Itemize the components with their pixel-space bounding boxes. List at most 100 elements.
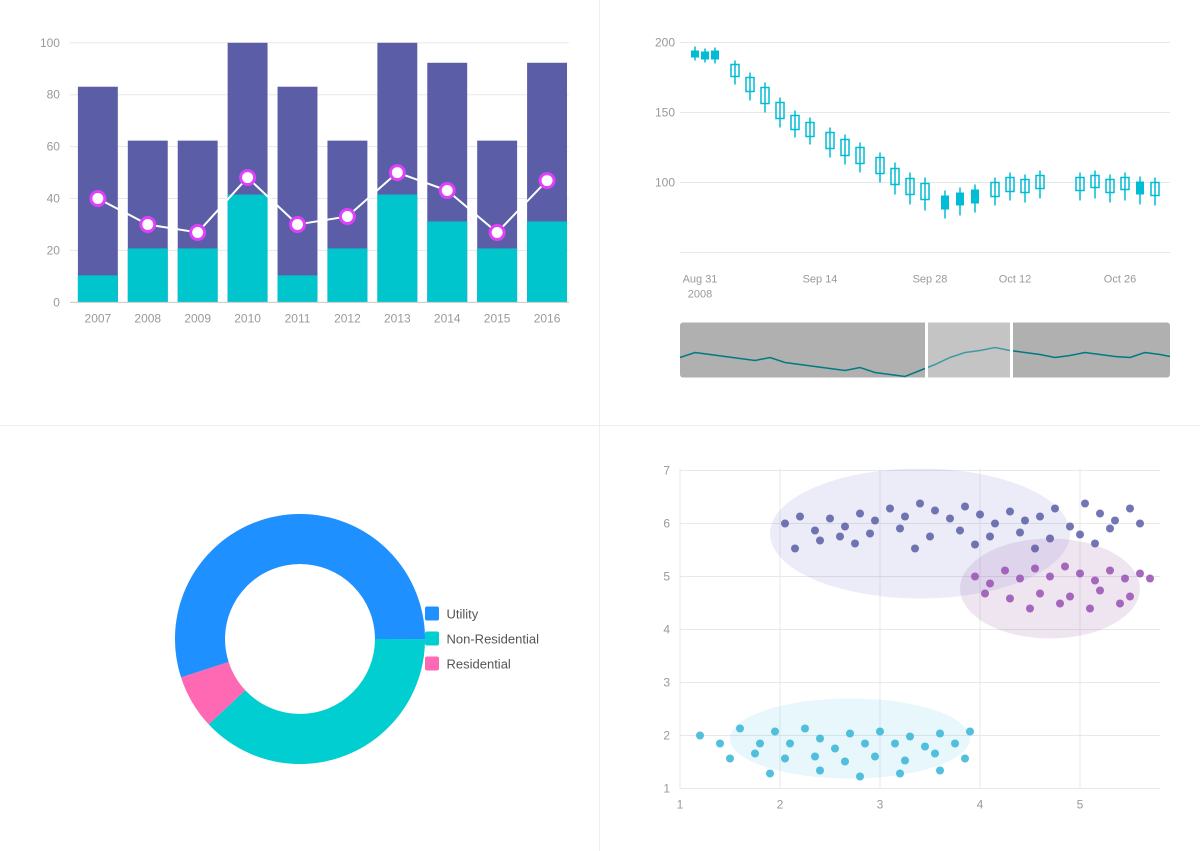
dot-cluster2 xyxy=(1091,577,1099,585)
bar-line-chart: 0 20 40 60 80 100 xyxy=(0,0,600,426)
y-label-6: 6 xyxy=(663,517,670,531)
dot-2011 xyxy=(291,217,305,231)
cluster2-ellipse xyxy=(960,539,1140,639)
dot-cluster1 xyxy=(976,511,984,519)
x-label-sep14: Sep 14 xyxy=(803,274,838,286)
dot-cluster1 xyxy=(836,533,844,541)
dot-cluster1 xyxy=(816,537,824,545)
dot-cluster1 xyxy=(1096,510,1104,518)
dot-cluster3 xyxy=(966,728,974,736)
dot-cluster3 xyxy=(786,740,794,748)
bar-2009-cyan xyxy=(178,248,218,302)
dot-cluster3 xyxy=(801,725,809,733)
bar-2012-cyan xyxy=(327,248,367,302)
dot-cluster3 xyxy=(921,743,929,751)
dot-cluster1 xyxy=(1136,520,1144,528)
candlestick-chart: 200 150 100 xyxy=(600,0,1200,426)
dot-cluster1 xyxy=(971,541,979,549)
dot-cluster3 xyxy=(726,755,734,763)
dot-cluster1 xyxy=(1126,505,1134,513)
dot-cluster2 xyxy=(1116,600,1124,608)
dot-cluster2 xyxy=(1046,573,1054,581)
x-label-2015: 2015 xyxy=(484,311,511,325)
dot-cluster1 xyxy=(926,533,934,541)
dot-cluster2 xyxy=(1106,567,1114,575)
dot-cluster1 xyxy=(896,525,904,533)
bar-2013-cyan xyxy=(377,195,417,303)
dot-cluster2 xyxy=(1006,595,1014,603)
dot-cluster1 xyxy=(1066,523,1074,531)
x-label-2013: 2013 xyxy=(384,311,411,325)
dot-cluster1 xyxy=(781,520,789,528)
dot-cluster3 xyxy=(861,740,869,748)
dot-cluster3 xyxy=(936,730,944,738)
y-label-60: 60 xyxy=(47,140,61,154)
y-label-4: 4 xyxy=(663,623,670,637)
dot-cluster1 xyxy=(1106,525,1114,533)
x-label-2016: 2016 xyxy=(534,311,561,325)
legend-item-residential: Residential xyxy=(425,656,540,671)
dot-2013 xyxy=(390,166,404,180)
dot-cluster2 xyxy=(986,580,994,588)
x-label-oct12: Oct 12 xyxy=(999,274,1031,286)
dot-cluster3 xyxy=(871,753,879,761)
dot-cluster3 xyxy=(896,770,904,778)
x-label-2008: 2008 xyxy=(688,289,712,301)
dot-cluster2 xyxy=(971,573,979,581)
donut-svg xyxy=(140,479,460,799)
y-label-5: 5 xyxy=(663,570,670,584)
x-label-2009: 2009 xyxy=(184,311,211,325)
donut-center xyxy=(228,567,372,711)
dot-cluster3 xyxy=(846,730,854,738)
dot-cluster3 xyxy=(716,740,724,748)
x-label-sep28: Sep 28 xyxy=(913,274,948,286)
dot-cluster1 xyxy=(1021,517,1029,525)
dot-cluster2 xyxy=(1056,600,1064,608)
legend-item-utility: Utility xyxy=(425,606,540,621)
y-label-2: 2 xyxy=(663,729,670,743)
dot-cluster2 xyxy=(1076,570,1084,578)
dot-2016 xyxy=(540,174,554,188)
y-label-7: 7 xyxy=(663,464,670,478)
dot-cluster1 xyxy=(1016,529,1024,537)
dot-cluster1 xyxy=(866,530,874,538)
dot-2012 xyxy=(340,210,354,224)
dot-cluster1 xyxy=(986,533,994,541)
dot-cluster2 xyxy=(1026,605,1034,613)
dot-cluster2 xyxy=(1066,593,1074,601)
dot-cluster2 xyxy=(1121,575,1129,583)
dot-cluster3 xyxy=(931,750,939,758)
x-label-2010: 2010 xyxy=(234,311,261,325)
dot-cluster1 xyxy=(956,527,964,535)
nav-handle-left[interactable] xyxy=(925,321,928,380)
dot-cluster1 xyxy=(1051,505,1059,513)
x-label-2014: 2014 xyxy=(434,311,461,325)
dot-cluster1 xyxy=(811,527,819,535)
x-label-aug31: Aug 31 xyxy=(683,274,718,286)
dot-cluster3 xyxy=(856,773,864,781)
nav-handle-right[interactable] xyxy=(1010,321,1013,380)
x-label-2007: 2007 xyxy=(85,311,112,325)
y-label-0: 0 xyxy=(53,295,60,309)
x-label-oct26: Oct 26 xyxy=(1104,274,1136,286)
dot-2008 xyxy=(141,217,155,231)
dot-cluster3 xyxy=(751,750,759,758)
candle-group-oct12 xyxy=(991,171,1044,206)
dot-cluster1 xyxy=(796,513,804,521)
dot-cluster3 xyxy=(936,767,944,775)
dot-cluster2 xyxy=(1031,565,1039,573)
dot-cluster3 xyxy=(771,728,779,736)
dot-cluster3 xyxy=(696,732,704,740)
legend-dot-non-residential xyxy=(425,632,439,646)
nav-selection xyxy=(928,323,1010,378)
candle-group-aug xyxy=(691,47,719,64)
dot-cluster3 xyxy=(816,735,824,743)
bar-2011-cyan xyxy=(278,275,318,302)
dot-cluster1 xyxy=(1081,500,1089,508)
legend-label-utility: Utility xyxy=(447,606,479,621)
dot-cluster1 xyxy=(826,515,834,523)
candle-group-oct26 xyxy=(1076,171,1159,206)
dot-cluster3 xyxy=(951,740,959,748)
dot-cluster2 xyxy=(1136,570,1144,578)
dot-cluster1 xyxy=(856,510,864,518)
